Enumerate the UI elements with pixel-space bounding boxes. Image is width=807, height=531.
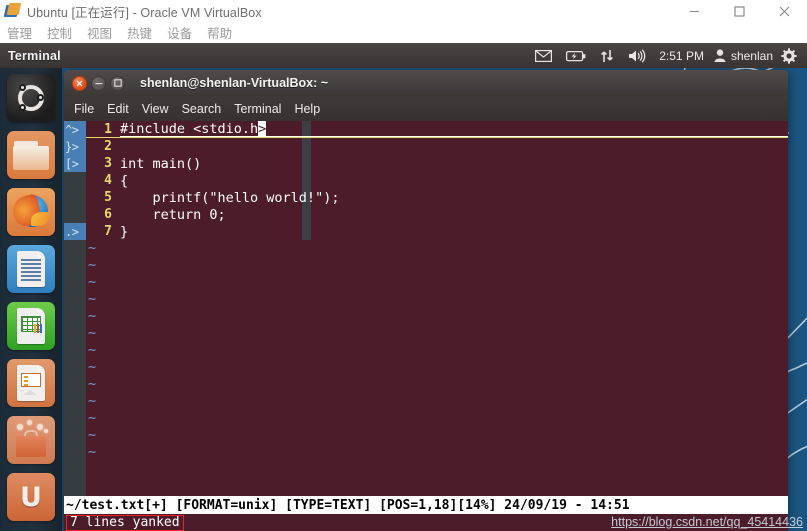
vim-line-text: { [120,172,129,189]
vim-status-line: ~/test.txt[+] [FORMAT=unix] [TYPE=TEXT] … [64,496,788,514]
vim-tilde: ~ [88,274,97,290]
vim-tilde: ~ [88,342,97,358]
terminal-menu-file[interactable]: File [74,102,94,116]
vim-line-7: 7 } [86,223,788,240]
vim-tilde: ~ [88,376,97,392]
vbox-menu-control[interactable]: 控制 [47,23,72,42]
vim-line-3: 3 int main() [86,155,788,172]
minimize-icon[interactable] [672,0,717,22]
virtualbox-menubar: 管理 控制 视图 热键 设备 帮助 [0,22,807,43]
close-icon[interactable] [72,75,87,91]
virtualbox-icon [3,3,22,19]
vbox-menu-devices[interactable]: 设备 [167,23,192,42]
vim-line-5: 5 printf("hello world!"); [86,189,788,206]
maximize-icon[interactable] [110,75,125,91]
vim-line-text: printf("hello world!"); [120,189,340,206]
vim-empty-lines: ~ ~ ~ ~ ~ ~ ~ ~ ~ ~ ~ ~ ~ [86,240,788,461]
gutter-mark-1: }> [64,138,86,155]
clock-indicator[interactable]: 2:51 PM [653,43,710,68]
launcher-item-libreoffice-calc[interactable] [7,302,55,350]
vim-tilde: ~ [88,359,97,375]
vim-tilde: ~ [88,444,97,460]
terminal-window-controls [72,75,125,91]
vim-line-4: 4 { [86,172,788,189]
vim-line-number: 1 [104,121,112,137]
launcher-item-libreoffice-writer[interactable] [7,245,55,293]
terminal-menu-terminal[interactable]: Terminal [234,102,281,116]
close-icon[interactable] [762,0,807,22]
vim-cursorline-underline [120,136,788,137]
vim-line-2: 2 [86,138,788,155]
vim-line-number: 7 [104,224,112,239]
gutter-mark-0: ^> [64,121,86,138]
gutter-mark-bottom: .> [64,223,86,240]
vbox-menu-view[interactable]: 视图 [87,23,112,42]
launcher-item-files[interactable] [7,131,55,179]
vbox-menu-hotkeys[interactable]: 热键 [127,23,152,42]
vim-line-1: 1 #include <stdio.h > [86,121,788,138]
vim-line-6: 6 return 0; [86,206,788,223]
launcher-item-firefox[interactable] [7,188,55,236]
vim-tilde: ~ [88,291,97,307]
guest-screen: Terminal 2:51 PM shenlan U shenlan@shenl… [0,43,807,531]
launcher-item-libreoffice-impress[interactable] [7,359,55,407]
launcher-item-ubuntu-one[interactable]: U [7,473,55,521]
terminal-menu-search[interactable]: Search [182,102,222,116]
vim-line-text: return 0; [120,206,226,223]
vim-line-number: 5 [104,190,112,205]
terminal-title: shenlan@shenlan-VirtualBox: ~ [140,76,329,90]
screen-root: Ubuntu [正在运行] - Oracle VM VirtualBox 管理 … [0,0,807,531]
terminal-menubar: File Edit View Search Terminal Help [64,96,788,121]
vim-tilde: ~ [88,325,97,341]
vim-line-number: 2 [104,139,112,154]
yank-message-annotation: 7 lines yanked [66,514,184,531]
network-updown-icon[interactable] [593,43,621,68]
vim-line-text: #include <stdio.h [120,121,259,137]
launcher-item-ubuntu-software-center[interactable] [7,416,55,464]
unity-app-name[interactable]: Terminal [8,49,61,63]
terminal-menu-view[interactable]: View [142,102,169,116]
vim-line-number: 3 [104,156,112,171]
vim-editor[interactable]: ^> }> [> .> 1 #include <stdio.h > 2 3 in… [64,121,788,531]
vim-tilde: ~ [88,427,97,443]
battery-icon[interactable] [559,43,593,68]
vim-tilde: ~ [88,257,97,273]
vim-tilde: ~ [88,393,97,409]
virtualbox-window-title: Ubuntu [正在运行] - Oracle VM VirtualBox [27,5,262,20]
terminal-window: shenlan@shenlan-VirtualBox: ~ File Edit … [64,70,788,531]
virtualbox-titlebar: Ubuntu [正在运行] - Oracle VM VirtualBox [0,0,807,22]
vbox-menu-manage[interactable]: 管理 [7,23,32,42]
launcher-item-ubuntu-dash[interactable] [7,74,55,122]
user-icon[interactable] [710,43,729,68]
maximize-icon[interactable] [717,0,762,22]
gear-icon[interactable] [777,43,803,68]
watermark: https://blog.csdn.net/qq_45414436 [611,515,803,529]
unity-indicators: 2:51 PM shenlan [528,43,803,68]
unity-launcher: U [0,68,62,531]
virtualbox-window-controls [672,0,807,22]
user-name-indicator[interactable]: shenlan [729,43,777,68]
envelope-icon[interactable] [528,43,559,68]
terminal-menu-help[interactable]: Help [294,102,320,116]
terminal-titlebar[interactable]: shenlan@shenlan-VirtualBox: ~ [64,70,788,96]
vbox-menu-help[interactable]: 帮助 [207,23,232,42]
vim-tilde: ~ [88,410,97,426]
vim-line-number: 4 [104,173,112,188]
vim-cursor: > [258,121,267,137]
unity-top-panel: Terminal 2:51 PM shenlan [0,43,807,68]
gutter-mark-2: [> [64,155,86,172]
vim-buffer-lines: 1 #include <stdio.h > 2 3 int main() 4 {… [86,121,788,531]
vim-sign-gutter: ^> }> [> .> [64,121,86,531]
vim-tilde: ~ [88,308,97,324]
vim-tilde: ~ [88,240,97,256]
vim-line-text: int main() [120,155,202,172]
vim-line-text: } [120,223,129,240]
minimize-icon[interactable] [91,75,106,91]
vim-line-number: 6 [104,207,112,222]
terminal-menu-edit[interactable]: Edit [107,102,129,116]
volume-icon[interactable] [621,43,653,68]
